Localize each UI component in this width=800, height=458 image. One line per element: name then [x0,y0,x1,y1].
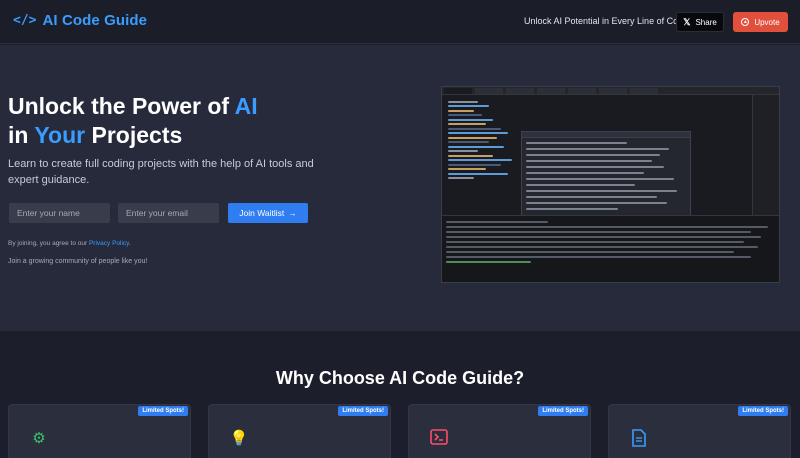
code-brackets-icon: </> [13,13,37,28]
header-tagline: Unlock AI Potential in Every Line of Cod… [524,16,689,26]
editor-code-lines [448,98,523,182]
editor-tab [444,88,472,94]
join-waitlist-button[interactable]: Join Waitlist → [228,203,308,223]
feature-card[interactable]: Limited Spots! [608,404,791,458]
editor-tab [568,88,596,94]
hero-title-highlight-your: Your [34,122,86,148]
community-text: Join a growing community of people like … [8,258,148,265]
hero-title-text: in [8,122,35,148]
editor-tab [475,88,503,94]
hero-title-text: Projects [85,122,183,148]
editor-tab [630,88,658,94]
hero-title-text: Unlock the Power of [8,93,235,119]
terminal-icon [429,429,449,449]
features-title: Why Choose AI Code Guide? [275,368,525,388]
share-button[interactable]: 𝕏 Share [676,12,724,32]
privacy-notice: By joining, you agree to our Privacy Pol… [8,240,131,247]
arrow-right-icon: → [288,208,297,218]
limited-spots-badge: Limited Spots! [138,406,188,416]
name-input[interactable] [9,203,110,223]
hero-subtitle: Learn to create full coding projects wit… [8,158,314,186]
limited-spots-badge: Limited Spots! [538,406,588,416]
join-waitlist-label: Join Waitlist [239,208,285,218]
limited-spots-badge: Limited Spots! [338,406,388,416]
x-logo-icon: 𝕏 [683,16,691,27]
privacy-text: By joining, you agree to our [8,240,89,247]
editor-tab [537,88,565,94]
feature-card[interactable]: Limited Spots! 💡 [208,404,391,458]
upvote-arrow-icon: ▲ [741,18,750,26]
upvote-label: Upvote [754,17,780,27]
feature-card[interactable]: Limited Spots! [408,404,591,458]
privacy-policy-link[interactable]: Privacy Policy [89,240,129,247]
hero-title-highlight-ai: AI [234,93,258,119]
privacy-text-end: . [128,240,131,247]
editor-right-panel [752,95,779,215]
logo-text: AI Code Guide [42,12,148,29]
editor-tab [599,88,627,94]
feature-card[interactable]: Limited Spots! ⚙ [8,404,191,458]
upvote-button[interactable]: ▲ Upvote [733,12,788,32]
lightbulb-icon: 💡 [229,430,249,447]
editor-tabs [442,87,779,95]
hero-title: Unlock the Power of AI in Your Projects [8,92,368,150]
document-icon [629,429,649,449]
editor-screenshot [441,86,780,283]
logo[interactable]: </> AI Code Guide [13,12,147,29]
email-input[interactable] [118,203,219,223]
gear-icon: ⚙ [32,430,46,447]
editor-tab [506,88,534,94]
top-header: </> AI Code Guide Unlock AI Potential in… [0,0,800,44]
share-label: Share [695,17,717,27]
limited-spots-badge: Limited Spots! [738,406,788,416]
terminal-panel [442,215,779,282]
features-section: Why Choose AI Code Guide? Limited Spots!… [0,331,800,458]
